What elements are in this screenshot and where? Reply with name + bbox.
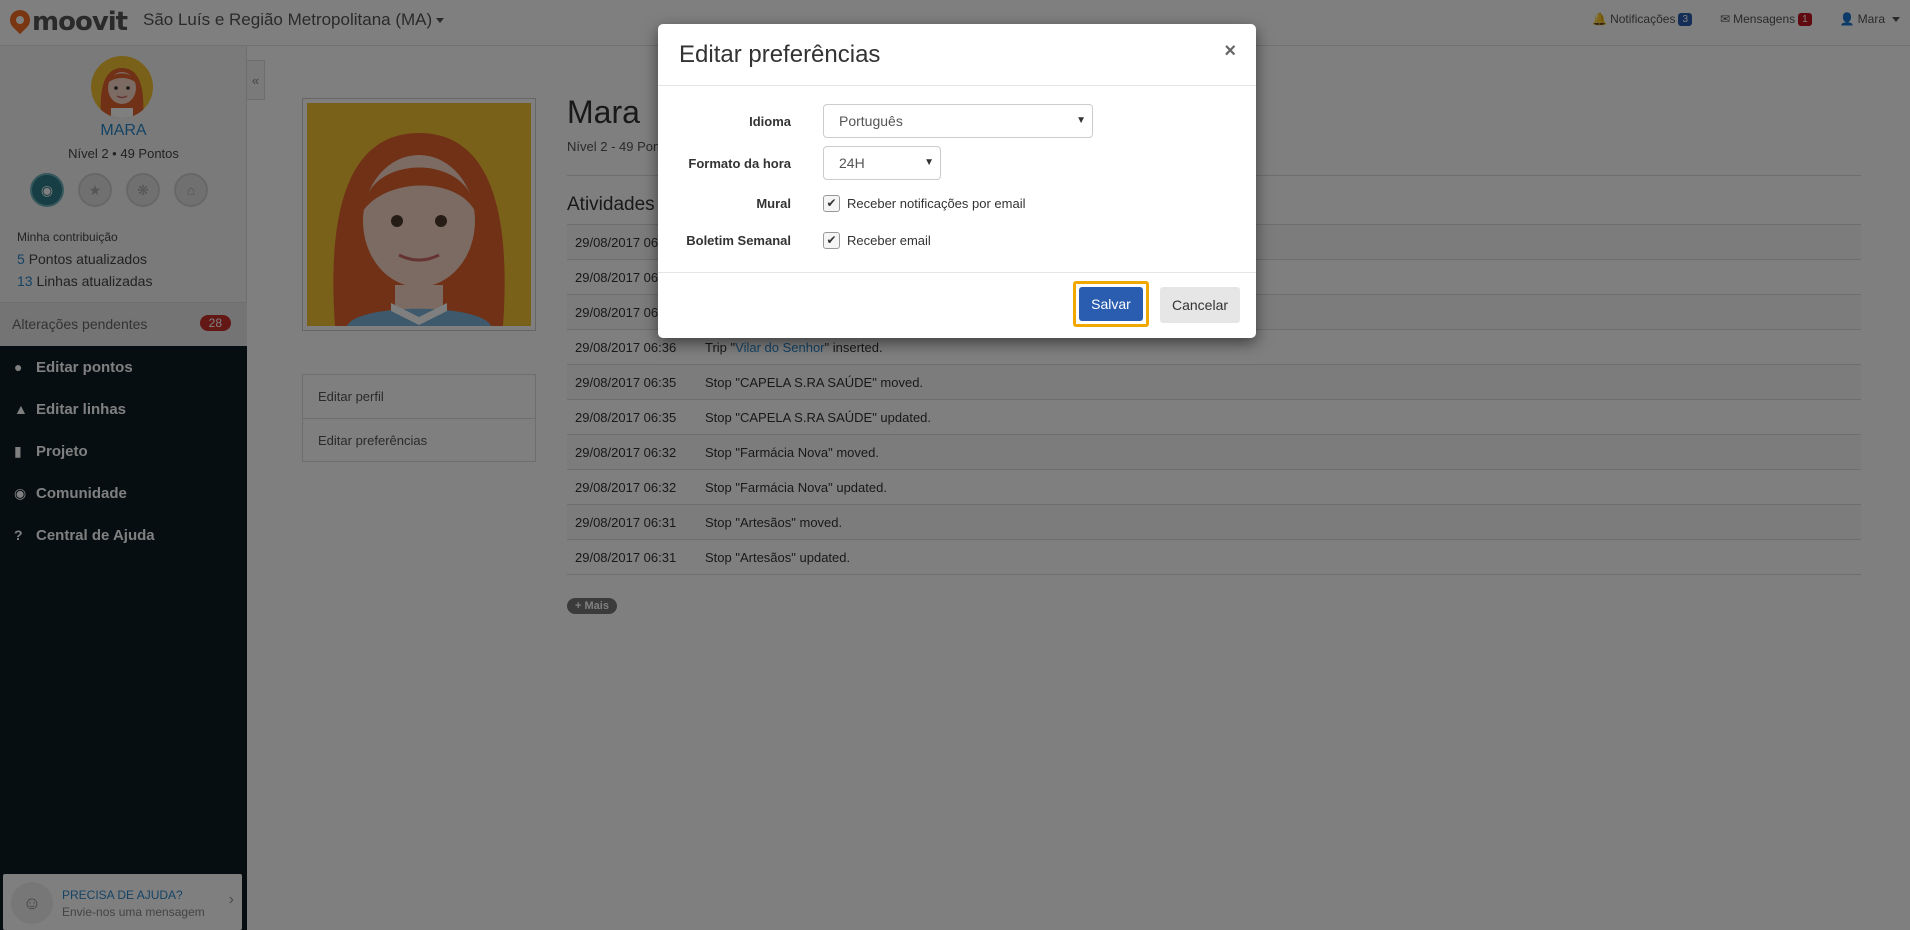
save-button[interactable]: Salvar: [1079, 287, 1143, 321]
language-label: Idioma: [749, 114, 791, 129]
newsletter-option: ✔ Receber email: [823, 232, 931, 249]
mural-label: Mural: [756, 196, 791, 211]
modal-title: Editar preferências: [679, 41, 881, 68]
mural-option: ✔ Receber notificações por email: [823, 195, 1025, 212]
newsletter-checkbox-label[interactable]: Receber email: [847, 233, 931, 248]
mural-checkbox-label[interactable]: Receber notificações por email: [847, 196, 1025, 211]
language-select[interactable]: Português ▼: [823, 104, 1093, 138]
dropdown-arrow-icon: ▼: [924, 157, 934, 168]
time-format-value: 24H: [839, 155, 865, 171]
dropdown-arrow-icon: ▼: [1076, 115, 1086, 126]
newsletter-label: Boletim Semanal: [686, 233, 791, 248]
modal-footer: Salvar Cancelar: [658, 272, 1256, 338]
time-format-label: Formato da hora: [688, 156, 791, 171]
close-icon[interactable]: ×: [1224, 40, 1236, 63]
newsletter-checkbox[interactable]: ✔: [823, 232, 840, 249]
cancel-button[interactable]: Cancelar: [1160, 287, 1240, 323]
modal-header: Editar preferências ×: [658, 24, 1256, 86]
language-value: Português: [839, 113, 903, 129]
mural-checkbox[interactable]: ✔: [823, 195, 840, 212]
preferences-modal: Editar preferências × Idioma Português ▼…: [658, 24, 1256, 338]
save-highlight: Salvar: [1073, 281, 1149, 327]
modal-body: Idioma Português ▼ Formato da hora 24H ▼…: [658, 86, 1256, 272]
time-format-select[interactable]: 24H ▼: [823, 146, 941, 180]
